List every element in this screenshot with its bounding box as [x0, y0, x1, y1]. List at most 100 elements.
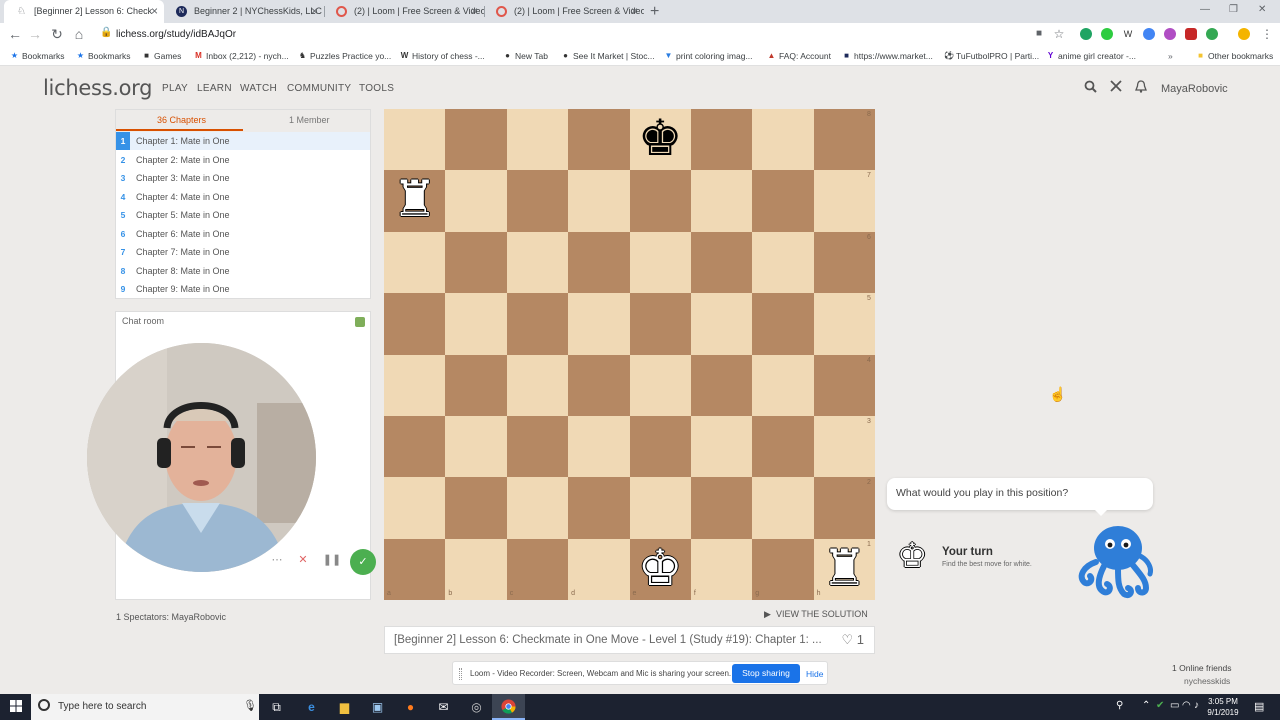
- board-square-c4[interactable]: [506, 354, 569, 416]
- chapter-item[interactable]: 1 Chapter 1: Mate in One: [116, 132, 370, 150]
- home-icon[interactable]: ⌂: [70, 25, 88, 43]
- mail-icon[interactable]: ✉: [427, 694, 460, 720]
- browser-tab[interactable]: N Beginner 2 | NYChessKids, LLC ×: [164, 0, 324, 23]
- board-square-b1[interactable]: [445, 538, 507, 600]
- back-arrow-icon[interactable]: ←: [6, 25, 24, 43]
- bookmark-item[interactable]: ▼ print coloring imag...: [662, 46, 753, 66]
- board-square-d6[interactable]: [568, 231, 630, 294]
- board-square-f3[interactable]: [690, 415, 753, 478]
- board-square-b6[interactable]: [445, 231, 507, 294]
- chapter-item[interactable]: 5 Chapter 5: Mate in One: [116, 206, 370, 224]
- board-square-a8[interactable]: [384, 109, 446, 171]
- board-square-a1[interactable]: [384, 538, 446, 600]
- stop-sharing-button[interactable]: Stop sharing: [732, 664, 800, 683]
- action-center-icon[interactable]: ▤: [1254, 700, 1264, 713]
- white-king-piece[interactable]: ♚: [630, 539, 691, 600]
- nav-play[interactable]: PLAY: [162, 83, 188, 94]
- board-square-h2[interactable]: [813, 477, 875, 539]
- nav-watch[interactable]: WATCH: [240, 83, 277, 94]
- cancel-recording-icon[interactable]: ✕: [292, 549, 314, 571]
- board-square-d4[interactable]: [568, 354, 630, 416]
- board-square-e4[interactable]: [629, 354, 691, 416]
- board-square-g6[interactable]: [752, 231, 814, 294]
- board-square-b8[interactable]: [445, 109, 507, 171]
- board-square-a4[interactable]: [384, 354, 446, 416]
- microphone-icon[interactable]: 🎙: [243, 699, 257, 712]
- board-square-g5[interactable]: [752, 293, 814, 355]
- drag-handle-icon[interactable]: [459, 668, 462, 680]
- settings-app-icon[interactable]: ◎: [460, 694, 493, 720]
- notifications-bell-icon[interactable]: [1135, 80, 1147, 96]
- tab-chapters[interactable]: 36 Chapters: [157, 115, 206, 125]
- board-square-c1[interactable]: [506, 538, 569, 600]
- board-square-d2[interactable]: [568, 477, 630, 539]
- online-friends-widget[interactable]: 1 Online friends nychesskids: [1172, 663, 1232, 686]
- taskbar-search-box[interactable]: Type here to search 🎙: [31, 694, 259, 720]
- board-square-c7[interactable]: [506, 170, 569, 232]
- browser-tab[interactable]: (2) | Loom | Free Screen & Video ×: [324, 0, 484, 23]
- bookmark-item[interactable]: ★ Bookmarks: [74, 46, 131, 66]
- close-tab-icon[interactable]: ×: [151, 0, 158, 23]
- white-rook-piece[interactable]: ♜: [814, 539, 875, 600]
- board-square-e5[interactable]: [629, 293, 691, 355]
- board-square-d8[interactable]: [568, 109, 630, 171]
- board-square-f2[interactable]: [690, 477, 753, 539]
- chapter-item[interactable]: 4 Chapter 4: Mate in One: [116, 188, 370, 206]
- bookmark-item[interactable]: ● See It Market | Stoc...: [559, 46, 655, 66]
- chat-toggle[interactable]: [355, 317, 365, 327]
- more-bookmarks-chevron-icon[interactable]: »: [1168, 46, 1173, 66]
- board-square-d7[interactable]: [568, 170, 630, 232]
- store-icon[interactable]: ▣: [361, 694, 394, 720]
- board-square-c8[interactable]: [506, 109, 569, 171]
- url-text[interactable]: lichess.org/study/idBAJqOr: [116, 25, 236, 44]
- search-icon[interactable]: [1084, 80, 1097, 96]
- board-square-g3[interactable]: [752, 415, 814, 478]
- nav-learn[interactable]: LEARN: [197, 83, 232, 94]
- view-solution-button[interactable]: ▶ VIEW THE SOLUTION: [764, 609, 868, 620]
- chapter-item[interactable]: 6 Chapter 6: Mate in One: [116, 225, 370, 243]
- board-square-c6[interactable]: [506, 231, 569, 294]
- extension-icon[interactable]: [1143, 28, 1155, 40]
- tray-app-icon[interactable]: ✔: [1156, 700, 1164, 711]
- board-square-b2[interactable]: [445, 477, 507, 539]
- bookmark-item[interactable]: M Inbox (2,212) - nych...: [192, 46, 289, 66]
- nav-community[interactable]: COMMUNITY: [287, 83, 351, 94]
- firefox-icon[interactable]: ●: [394, 694, 427, 720]
- board-square-e6[interactable]: [629, 231, 691, 294]
- board-square-b4[interactable]: [445, 354, 507, 416]
- webcam-bubble[interactable]: [87, 343, 316, 572]
- board-square-g1[interactable]: [752, 538, 814, 600]
- bookmark-item[interactable]: ★ Bookmarks: [8, 46, 65, 66]
- board-square-e7[interactable]: [629, 170, 691, 232]
- friend-name[interactable]: nychesskids: [1184, 676, 1230, 686]
- board-square-f7[interactable]: [690, 170, 753, 232]
- address-bar[interactable]: 🔒 lichess.org/study/idBAJqOr: [92, 25, 1052, 44]
- site-logo[interactable]: lichess.org: [43, 76, 152, 100]
- wifi-icon[interactable]: ◠: [1182, 700, 1191, 711]
- extension-icon[interactable]: [1164, 28, 1176, 40]
- board-square-b3[interactable]: [445, 415, 507, 478]
- board-square-e3[interactable]: [629, 415, 691, 478]
- board-square-h3[interactable]: [813, 415, 875, 478]
- finish-recording-icon[interactable]: ✓: [350, 549, 376, 575]
- bookmark-star-icon[interactable]: ☆: [1050, 25, 1068, 43]
- profile-avatar-icon[interactable]: [1238, 28, 1250, 40]
- evernote-extension-icon[interactable]: [1101, 28, 1113, 40]
- more-options-icon[interactable]: ⋯: [266, 549, 288, 571]
- bookmark-item[interactable]: Yanime girl creator -...: [1044, 46, 1136, 66]
- windows-start-icon[interactable]: [10, 700, 22, 712]
- edge-browser-icon[interactable]: e: [295, 694, 328, 720]
- forward-arrow-icon[interactable]: →: [26, 25, 44, 43]
- bookmark-item[interactable]: ♞ Puzzles Practice yo...: [296, 46, 391, 66]
- like-button[interactable]: ♡ 1: [841, 632, 864, 648]
- board-square-a5[interactable]: [384, 293, 446, 355]
- black-king-piece[interactable]: ♚: [630, 109, 691, 170]
- task-view-icon[interactable]: ⧉: [260, 694, 293, 720]
- chapter-item[interactable]: 3 Chapter 3: Mate in One: [116, 169, 370, 187]
- board-square-a3[interactable]: [384, 415, 446, 478]
- board-square-f6[interactable]: [690, 231, 753, 294]
- grammarly-extension-icon[interactable]: [1080, 28, 1092, 40]
- bookmark-item[interactable]: ■ https://www.market...: [840, 46, 933, 66]
- board-square-h7[interactable]: [813, 170, 875, 232]
- taskbar-clock[interactable]: 3:05 PM 9/1/2019: [1200, 696, 1246, 718]
